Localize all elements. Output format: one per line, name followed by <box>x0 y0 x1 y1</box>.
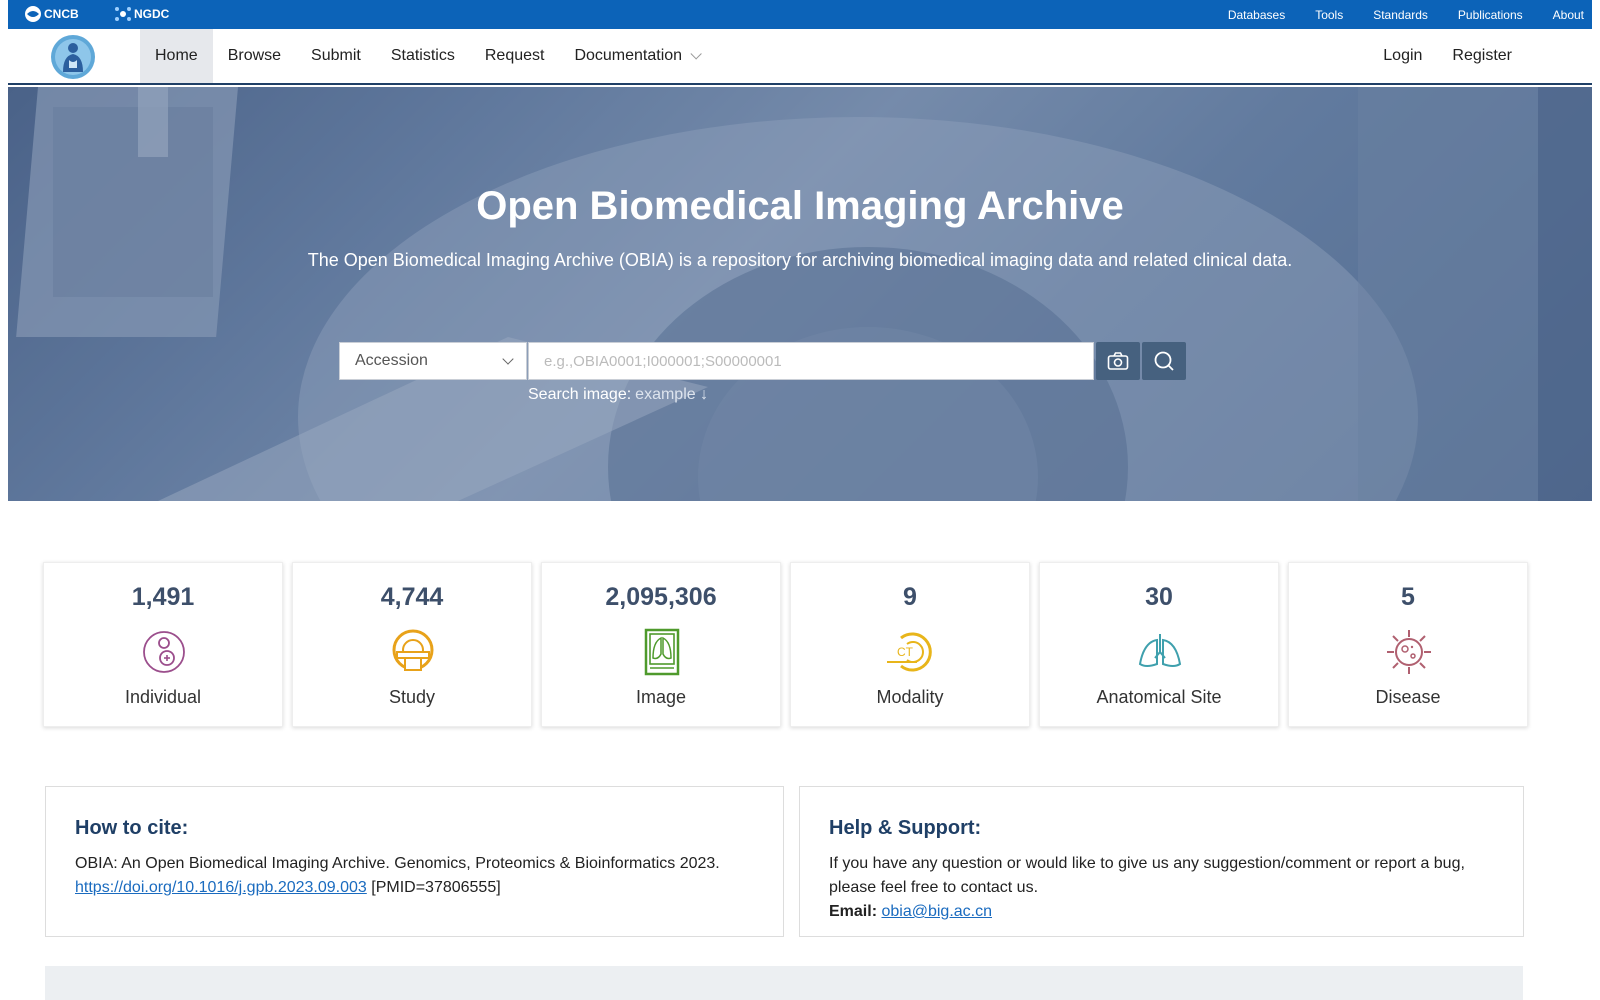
camera-icon <box>1107 352 1129 370</box>
help-title: Help & Support: <box>829 817 982 839</box>
hero-title: Open Biomedical Imaging Archive <box>476 184 1124 228</box>
stat-card-study[interactable]: 4,744 Study <box>292 562 532 727</box>
nav-request[interactable]: Request <box>470 29 560 83</box>
nav-statistics[interactable]: Statistics <box>376 29 470 83</box>
stat-label: Study <box>388 687 436 707</box>
stat-value: 5 <box>1401 583 1415 611</box>
stat-label: Disease <box>1375 687 1441 707</box>
hero-banner: Open Biomedical Imaging Archive The Open… <box>8 87 1592 501</box>
ngdc-logo[interactable]: NGDC <box>114 5 169 23</box>
cncb-globe-icon <box>25 6 41 22</box>
auth-links: Login Register <box>1353 29 1512 83</box>
help-box: Help & Support: If you have any question… <box>799 786 1524 937</box>
svg-text:CT: CT <box>897 645 914 659</box>
chevron-down-icon <box>502 353 514 365</box>
help-description: If you have any question or would like t… <box>829 855 1465 896</box>
nav-home-label: Home <box>155 47 198 64</box>
stat-label: Image <box>635 687 687 707</box>
nav-request-label: Request <box>484 47 545 64</box>
nav-documentation[interactable]: Documentation <box>559 29 713 83</box>
cite-text: OBIA: An Open Biomedical Imaging Archive… <box>75 852 754 900</box>
study-icon <box>392 629 434 671</box>
cncb-label: CNCB <box>44 7 79 21</box>
stat-label: Individual <box>124 687 202 707</box>
top-link-about[interactable]: About <box>1553 8 1584 22</box>
ngdc-molecule-icon <box>115 7 131 21</box>
search-button[interactable] <box>1142 342 1186 380</box>
chevron-down-icon <box>690 48 702 60</box>
top-utility-bar: CNCB NGDC Databases Tools Standards Publ… <box>8 0 1592 29</box>
cite-reference: OBIA: An Open Biomedical Imaging Archive… <box>75 855 720 872</box>
ct-modality-icon: CT <box>887 632 932 672</box>
page: CNCB NGDC Databases Tools Standards Publ… <box>8 0 1592 1000</box>
search-icon <box>1154 351 1174 371</box>
hero-overlay <box>8 87 1592 501</box>
register-link[interactable]: Register <box>1452 47 1512 65</box>
ngdc-label: NGDC <box>134 7 170 21</box>
nav-browse[interactable]: Browse <box>213 29 296 83</box>
top-link-tools[interactable]: Tools <box>1315 8 1343 22</box>
hero-subtitle: The Open Biomedical Imaging Archive (OBI… <box>307 250 1293 270</box>
stat-card-individual[interactable]: 1,491 Individual <box>43 562 283 727</box>
image-search-example-link[interactable]: example ↓ <box>635 386 708 403</box>
stat-value: 9 <box>903 583 917 611</box>
obia-logo-icon[interactable] <box>50 34 96 80</box>
email-label: Email: <box>829 903 878 920</box>
virus-icon <box>1387 630 1431 674</box>
nav-browse-label: Browse <box>227 47 282 64</box>
search-type-select[interactable]: Accession <box>339 342 527 380</box>
cite-pmid: [PMID=37806555] <box>371 879 501 896</box>
search-input[interactable] <box>528 342 1094 380</box>
nav-documentation-label: Documentation <box>574 47 683 64</box>
top-link-publications[interactable]: Publications <box>1458 8 1523 22</box>
image-search-label: Search image: <box>528 386 632 403</box>
top-link-databases[interactable]: Databases <box>1228 8 1285 22</box>
image-icon <box>644 628 680 676</box>
nav-statistics-label: Statistics <box>390 47 455 64</box>
cite-doi-link[interactable]: https://doi.org/10.1016/j.gpb.2023.09.00… <box>75 879 367 896</box>
nav-home[interactable]: Home <box>140 29 213 83</box>
cite-box: How to cite: OBIA: An Open Biomedical Im… <box>45 786 784 937</box>
help-text: If you have any question or would like t… <box>829 852 1494 924</box>
image-search-button[interactable] <box>1096 342 1140 380</box>
stat-label: Anatomical Site <box>1096 687 1222 707</box>
stat-value: 4,744 <box>380 583 444 611</box>
top-link-standards[interactable]: Standards <box>1373 8 1428 22</box>
email-link[interactable]: obia@big.ac.cn <box>881 903 992 920</box>
stat-label: Modality <box>876 687 944 707</box>
nav-menu: Home Browse Submit Statistics Request Do… <box>140 29 713 83</box>
top-links: Databases Tools Standards Publications A… <box>1198 0 1584 29</box>
stat-value: 2,095,306 <box>605 583 717 611</box>
search-bar: Accession <box>339 342 1186 380</box>
main-nav: Home Browse Submit Statistics Request Do… <box>8 29 1592 85</box>
footer-strip <box>45 966 1523 1000</box>
search-type-value: Accession <box>355 352 428 369</box>
stat-card-anatomical-site[interactable]: 30 Anatomical Site <box>1039 562 1279 727</box>
stat-value: 1,491 <box>131 583 195 611</box>
individual-icon <box>143 631 185 673</box>
nav-submit[interactable]: Submit <box>296 29 376 83</box>
stat-card-disease[interactable]: 5 Disease <box>1288 562 1528 727</box>
lungs-icon <box>1138 634 1182 667</box>
stat-card-image[interactable]: 2,095,306 Image <box>541 562 781 727</box>
stat-card-modality[interactable]: 9 CT Modality <box>790 562 1030 727</box>
cite-title: How to cite: <box>75 817 189 839</box>
login-link[interactable]: Login <box>1383 47 1422 65</box>
nav-submit-label: Submit <box>311 47 361 64</box>
image-search-hint: Search image: example ↓ <box>528 386 708 404</box>
cncb-logo[interactable]: CNCB <box>24 5 79 23</box>
stats-row: 1,491 Individual 4,744 Study 2,095,306 I… <box>43 562 1537 727</box>
stat-value: 30 <box>1145 583 1173 611</box>
